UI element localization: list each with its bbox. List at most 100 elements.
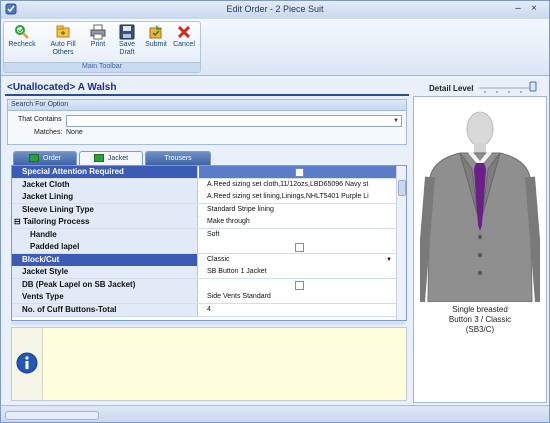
collapse-icon[interactable]: ⊟ — [14, 217, 23, 226]
property-value[interactable] — [199, 166, 396, 178]
horizontal-scrollbar[interactable] — [5, 411, 99, 420]
save-draft-button[interactable]: Save Draft — [112, 24, 142, 57]
caption-line-3: (SB3/C) — [465, 325, 495, 334]
property-value[interactable] — [199, 278, 396, 291]
property-label: DB (Peak Lapel on SB Jacket) — [22, 279, 136, 289]
main-toolbar-group: Recheck Auto Fill Others Print Save Draf… — [3, 21, 201, 73]
table-row[interactable]: Sleeve Lining Type Standard Stripe lining — [12, 203, 396, 217]
auto-fill-others-button[interactable]: Auto Fill Others — [46, 24, 80, 57]
main-toolbar-label: Main Toolbar — [4, 62, 200, 72]
property-value[interactable]: Make through — [199, 216, 396, 228]
property-label: Jacket Cloth — [22, 179, 70, 189]
search-panel: Search For Option That Contains ▼ Matche… — [7, 99, 407, 145]
property-label: No. of Cuff Buttons-Total — [22, 304, 117, 314]
property-value-text: A.Reed sizing set cloth,11/12ozs,LBD6509… — [207, 180, 369, 188]
auto-fill-others-label: Auto Fill Others — [50, 41, 76, 56]
tab-jacket-label: Jacket — [107, 155, 129, 162]
submit-button[interactable]: Submit — [142, 24, 170, 49]
property-name: Jacket Lining — [12, 191, 198, 203]
property-name: Jacket Style — [12, 266, 198, 278]
property-name: No. of Cuff Buttons-Total — [12, 303, 198, 316]
property-name: Vents Type — [12, 291, 198, 303]
table-row[interactable]: ⊟ Tailoring Process Make through — [12, 216, 396, 229]
search-input[interactable]: ▼ — [66, 115, 402, 127]
grid-scrollbar[interactable] — [396, 166, 406, 320]
cancel-button[interactable]: Cancel — [170, 24, 198, 49]
property-value-text: 4 — [207, 305, 211, 313]
property-checkbox[interactable] — [295, 168, 304, 177]
detail-level-slider[interactable] — [477, 81, 539, 95]
property-value[interactable]: SB Button 1 Jacket — [199, 266, 396, 278]
floppy-disk-icon — [119, 24, 135, 40]
property-label: Sleeve Lining Type — [22, 204, 94, 214]
property-name: Sleeve Lining Type — [12, 203, 198, 216]
table-row[interactable]: No. of Cuff Buttons-Total 4 — [12, 303, 396, 317]
table-row[interactable]: Vents Type Side Vents Standard — [12, 291, 396, 304]
recheck-label: Recheck — [8, 41, 36, 48]
caption-line-1: Single breasted — [452, 305, 508, 314]
table-row[interactable]: Jacket Style SB Button 1 Jacket — [12, 266, 396, 279]
table-row[interactable]: Jacket Lining A.Reed sizing set lining,Li… — [12, 191, 396, 204]
header-divider — [5, 94, 409, 96]
property-name: Special Attention Required — [12, 166, 198, 178]
minimize-button[interactable]: – — [511, 3, 525, 15]
property-label: Jacket Lining — [22, 192, 74, 201]
preview-caption: Single breasted Button 3 / Classic (SB3/… — [414, 305, 546, 335]
tab-trousers[interactable]: Trousers — [145, 151, 211, 165]
property-label: Tailoring Process — [22, 217, 90, 226]
property-value[interactable]: Soft — [199, 228, 396, 241]
property-name: Jacket Cloth — [12, 178, 198, 191]
tab-trousers-label: Trousers — [164, 155, 192, 162]
property-value[interactable]: A.Reed sizing set lining,Linings,NHLT540… — [199, 191, 396, 203]
preview-pane: Single breasted Button 3 / Classic (SB3/… — [413, 96, 547, 403]
table-row[interactable]: Block/Cut Classic ▼ — [12, 253, 396, 267]
edit-order-window: Edit Order - 2 Piece Suit – × Recheck Au… — [0, 0, 550, 423]
flag-icon — [93, 154, 104, 163]
printer-icon — [90, 24, 106, 40]
table-row[interactable]: Special Attention Required — [12, 166, 396, 179]
property-value[interactable]: Side Vents Standard — [199, 291, 396, 303]
property-name: Block/Cut — [12, 253, 198, 266]
property-value[interactable]: A.Reed sizing set cloth,11/12ozs,LBD6509… — [199, 178, 396, 191]
property-name: DB (Peak Lapel on SB Jacket) — [12, 278, 198, 291]
flag-icon — [29, 154, 40, 163]
print-button[interactable]: Print — [84, 24, 112, 49]
suit-jacket-illustration — [420, 111, 540, 302]
property-checkbox[interactable] — [295, 243, 304, 252]
search-panel-title: Search For Option — [8, 100, 406, 111]
table-row[interactable]: Padded lapel — [12, 241, 396, 254]
scrollbar-thumb[interactable] — [398, 180, 406, 196]
ribbon: Recheck Auto Fill Others Print Save Draf… — [1, 19, 549, 76]
property-checkbox[interactable] — [295, 280, 304, 290]
splitter[interactable] — [11, 321, 405, 325]
save-draft-label: Save Draft — [119, 41, 135, 56]
table-row[interactable]: Handle Soft — [12, 228, 396, 242]
property-label: Padded lapel — [30, 242, 80, 251]
tab-order[interactable]: Order — [13, 151, 77, 165]
chevron-down-icon[interactable]: ▼ — [386, 254, 392, 266]
recheck-button[interactable]: Recheck — [8, 24, 36, 49]
table-row[interactable]: Jacket Cloth A.Reed sizing set cloth,11/1… — [12, 178, 396, 192]
property-value[interactable]: Standard Stripe lining — [199, 203, 396, 216]
property-value-text: Classic — [207, 255, 230, 263]
cancel-x-icon — [177, 25, 191, 39]
property-value-text: Make through — [207, 218, 250, 225]
matches-label: Matches: — [34, 129, 63, 136]
close-window-button[interactable]: × — [527, 3, 541, 15]
chevron-down-icon[interactable]: ▼ — [393, 116, 399, 126]
tab-jacket[interactable]: Jacket — [79, 151, 143, 166]
property-value[interactable] — [199, 241, 396, 253]
cancel-label: Cancel — [173, 41, 195, 48]
property-value-text: Standard Stripe lining — [207, 205, 274, 213]
submit-icon — [149, 25, 162, 39]
order-header: <Unallocated> A Walsh Detail Level — [3, 79, 547, 95]
table-row[interactable]: DB (Peak Lapel on SB Jacket) — [12, 278, 396, 292]
submit-label: Submit — [145, 41, 167, 48]
property-value[interactable]: 4 — [199, 303, 396, 316]
property-value[interactable]: Classic ▼ — [199, 253, 396, 266]
tab-order-label: Order — [43, 155, 61, 162]
property-value-text: SB Button 1 Jacket — [207, 268, 267, 275]
matches-value: None — [66, 129, 83, 136]
property-label: Special Attention Required — [22, 167, 124, 176]
property-label: Vents Type — [22, 292, 64, 301]
